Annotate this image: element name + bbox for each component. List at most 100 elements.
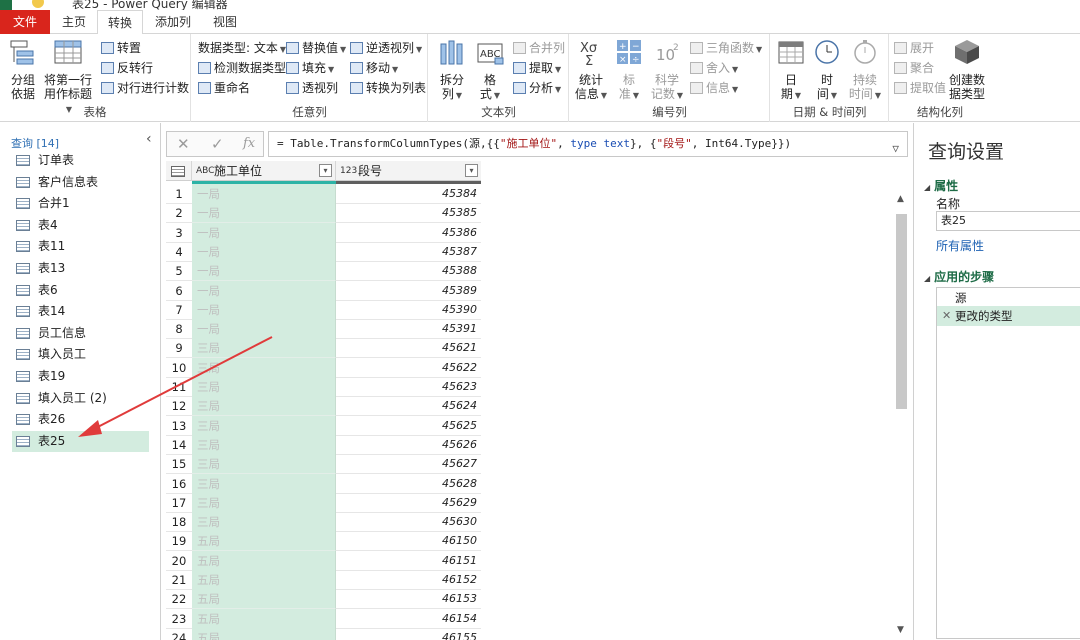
cell-seg[interactable]: 45390 xyxy=(336,300,481,320)
cell-seg[interactable]: 45389 xyxy=(336,281,481,301)
row-number[interactable]: 15 xyxy=(166,454,192,475)
collapse-triangle-icon[interactable]: ◢ xyxy=(924,183,930,192)
cell-seg[interactable]: 45626 xyxy=(336,435,481,455)
cancel-formula-icon[interactable]: ✕ xyxy=(177,135,190,153)
extract-button[interactable]: 提取 ▼ xyxy=(513,59,561,77)
cell-unit[interactable]: 一局 xyxy=(192,203,336,224)
cell-unit[interactable]: 三局 xyxy=(192,492,336,513)
cell-unit[interactable]: 一局 xyxy=(192,184,336,204)
cell-unit[interactable]: 三局 xyxy=(192,473,336,494)
cell-seg[interactable]: 45391 xyxy=(336,319,481,340)
cell-unit[interactable]: 五局 xyxy=(192,627,336,640)
cell-seg[interactable]: 45388 xyxy=(336,261,481,282)
cell-unit[interactable]: 五局 xyxy=(192,570,336,590)
commit-formula-icon[interactable]: ✓ xyxy=(211,135,224,153)
fx-icon[interactable]: fx xyxy=(243,136,255,151)
cell-unit[interactable]: 五局 xyxy=(192,608,336,629)
row-number[interactable]: 13 xyxy=(166,416,192,436)
cell-seg[interactable]: 45629 xyxy=(336,493,481,513)
row-number[interactable]: 16 xyxy=(166,474,192,494)
row-number[interactable]: 5 xyxy=(166,261,192,282)
cell-seg[interactable]: 46154 xyxy=(336,609,481,629)
query-item[interactable]: 表4 xyxy=(12,215,149,236)
cell-unit[interactable]: 三局 xyxy=(192,512,336,533)
replace-values-button[interactable]: 替换值 ▼ xyxy=(286,39,346,57)
query-item[interactable]: 表13 xyxy=(12,258,149,279)
step-changed-type[interactable]: ✕ 更改的类型 xyxy=(937,306,1080,326)
create-data-type-button[interactable]: 创建数 据类型 xyxy=(948,38,986,101)
row-number[interactable]: 24 xyxy=(166,628,192,640)
cell-seg[interactable]: 46155 xyxy=(336,628,481,640)
query-item[interactable]: 表25 xyxy=(12,430,149,452)
cell-unit[interactable]: 一局 xyxy=(192,280,336,301)
row-number[interactable]: 17 xyxy=(166,493,192,513)
query-item[interactable]: 填入员工 xyxy=(12,344,149,365)
collapse-triangle-icon[interactable]: ◢ xyxy=(924,274,930,283)
query-item[interactable]: 员工信息 xyxy=(12,323,149,344)
time-button[interactable]: 时 间 ▼ xyxy=(811,38,843,103)
query-item[interactable]: 表19 xyxy=(12,366,149,387)
expand-formula-chevron-icon[interactable]: ▽ xyxy=(892,137,899,156)
aggregate-button[interactable]: 聚合 xyxy=(894,59,934,77)
query-item[interactable]: 订单表 xyxy=(12,150,149,171)
row-number[interactable]: 6 xyxy=(166,281,192,301)
unpivot-button[interactable]: 逆透视列 ▼ xyxy=(350,39,422,57)
row-number[interactable]: 23 xyxy=(166,609,192,629)
row-number[interactable]: 9 xyxy=(166,338,192,359)
row-number[interactable]: 7 xyxy=(166,300,192,320)
row-number[interactable]: 12 xyxy=(166,396,192,417)
round-button[interactable]: 舍入 ▼ xyxy=(690,59,738,77)
tab-add-column[interactable]: 添加列 xyxy=(146,10,200,34)
fill-button[interactable]: 填充 ▼ xyxy=(286,59,334,77)
cell-unit[interactable]: 三局 xyxy=(192,357,336,378)
all-properties-link[interactable]: 所有属性 xyxy=(936,237,984,254)
delete-step-icon[interactable]: ✕ xyxy=(942,306,951,326)
row-number[interactable]: 3 xyxy=(166,223,192,243)
text-type-icon[interactable]: ABC xyxy=(196,161,214,181)
cell-unit[interactable]: 一局 xyxy=(192,241,336,262)
cell-seg[interactable]: 45385 xyxy=(336,203,481,224)
column-header-unit[interactable]: ABC 施工单位 ▾ xyxy=(192,161,336,181)
row-number[interactable]: 1 xyxy=(166,184,192,204)
cell-unit[interactable]: 一局 xyxy=(192,222,336,243)
properties-section[interactable]: ◢ 属性 xyxy=(924,177,958,194)
format-button[interactable]: ABC 格 式 ▼ xyxy=(473,38,507,103)
column-header-seg[interactable]: 123 段号 ▾ xyxy=(336,161,481,181)
number-type-icon[interactable]: 123 xyxy=(340,161,357,181)
move-button[interactable]: 移动 ▼ xyxy=(350,59,398,77)
row-number[interactable]: 20 xyxy=(166,551,192,571)
cell-unit[interactable]: 五局 xyxy=(192,550,336,571)
cell-unit[interactable]: 三局 xyxy=(192,454,336,475)
merge-columns-button[interactable]: 合并列 xyxy=(513,39,565,57)
rename-button[interactable]: 重命名 xyxy=(198,79,250,97)
row-number[interactable]: 2 xyxy=(166,203,192,224)
cell-seg[interactable]: 45627 xyxy=(336,454,481,475)
cell-unit[interactable]: 三局 xyxy=(192,396,336,417)
query-item[interactable]: 合并1 xyxy=(12,193,149,214)
cell-unit[interactable]: 一局 xyxy=(192,319,336,340)
tab-view[interactable]: 视图 xyxy=(204,10,246,34)
collapse-chevron-icon[interactable]: ‹ xyxy=(146,131,152,147)
cell-seg[interactable]: 46153 xyxy=(336,589,481,610)
row-number[interactable]: 10 xyxy=(166,358,192,378)
cell-seg[interactable]: 46151 xyxy=(336,551,481,571)
cell-seg[interactable]: 45628 xyxy=(336,474,481,494)
row-number[interactable]: 18 xyxy=(166,512,192,533)
step-source[interactable]: 源 xyxy=(937,288,1080,308)
cell-unit[interactable]: 一局 xyxy=(192,299,336,320)
detect-type-button[interactable]: 检测数据类型 xyxy=(198,59,286,77)
row-number[interactable]: 4 xyxy=(166,242,192,262)
row-number[interactable]: 14 xyxy=(166,435,192,455)
query-item[interactable]: 表26 xyxy=(12,409,149,430)
info-button[interactable]: 信息 ▼ xyxy=(690,79,738,97)
statistics-button[interactable]: Χσ Σ 统计 信息 ▼ xyxy=(574,38,608,103)
cell-unit[interactable]: 五局 xyxy=(192,531,336,552)
to-list-button[interactable]: 转换为列表 xyxy=(350,79,426,97)
cell-seg[interactable]: 45384 xyxy=(336,184,481,204)
trig-button[interactable]: 三角函数 ▼ xyxy=(690,39,762,57)
query-name-input[interactable]: 表25 xyxy=(936,211,1080,231)
grid-vertical-scrollbar[interactable]: ▲ ▼ xyxy=(894,192,910,640)
cell-seg[interactable]: 45625 xyxy=(336,416,481,436)
parse-button[interactable]: 分析 ▼ xyxy=(513,79,561,97)
table-menu-button[interactable] xyxy=(166,161,192,181)
